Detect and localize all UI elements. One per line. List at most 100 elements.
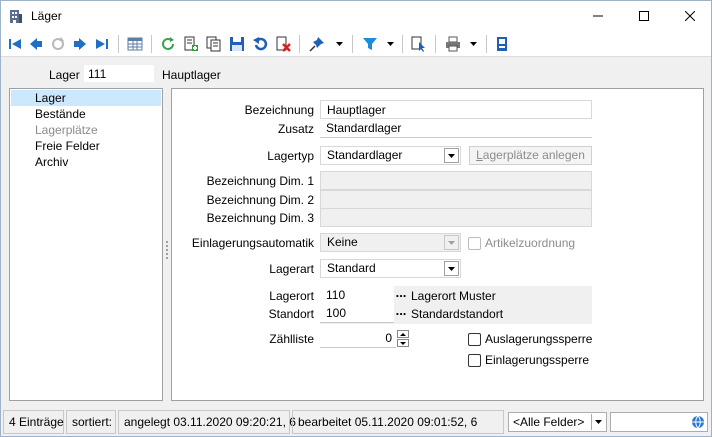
toolbar — [1, 31, 711, 57]
chevron-down-icon — [444, 235, 459, 250]
lager-number-field[interactable]: 111 — [83, 64, 155, 83]
globe-search-icon[interactable] — [691, 415, 705, 432]
dim2-field[interactable] — [320, 190, 592, 209]
artikelzuordnung-label: Artikelzuordnung — [485, 236, 576, 250]
auslagerungssperre-label: Auslagerungssperre — [485, 332, 593, 346]
minimize-icon — [593, 15, 603, 17]
bezeichnung-field[interactable]: Hauptlager — [320, 100, 592, 119]
spin-up-icon[interactable] — [397, 330, 409, 338]
lagertyp-select[interactable]: Standardlager — [320, 146, 461, 165]
chevron-down-icon — [469, 42, 477, 46]
copy-record-button[interactable] — [204, 34, 224, 54]
created-info: angelegt 03.11.2020 09:20:21, 6 — [118, 410, 296, 434]
checkbox-box — [468, 332, 481, 346]
pin-button[interactable] — [307, 34, 327, 54]
lagerplaetze-button-accesskey: L — [476, 148, 483, 162]
lagerort-lookup-button[interactable]: ... — [393, 286, 409, 304]
table-view-button[interactable] — [125, 34, 145, 54]
save-button[interactable] — [227, 34, 247, 54]
standort-field[interactable]: 100 — [320, 304, 394, 323]
artikelzuordnung-checkbox[interactable]: Artikelzuordnung — [468, 236, 575, 250]
chevron-down-icon — [444, 148, 459, 163]
undo-button[interactable] — [250, 34, 270, 54]
prev-record-button[interactable] — [26, 34, 46, 54]
zaehlliste-label: Zählliste — [269, 332, 314, 346]
pin-dropdown[interactable] — [334, 34, 344, 54]
record-count: 4 Einträge — [3, 410, 64, 434]
bezeichnung-label: Bezeichnung — [244, 103, 314, 117]
table-view-icon — [127, 37, 143, 51]
chevron-down-icon — [444, 261, 459, 276]
dim3-label: Bezeichnung Dim. 3 — [206, 211, 314, 225]
chevron-down-icon — [591, 414, 605, 430]
delete-icon — [276, 36, 291, 52]
close-button[interactable] — [667, 1, 712, 31]
new-record-icon — [184, 36, 198, 51]
refresh-disabled-icon — [52, 37, 64, 50]
lagerart-value: Standard — [327, 261, 376, 275]
zaehlliste-field[interactable]: 0 — [320, 329, 396, 348]
lagerplaetze-button-label: agerplätze anlegen — [482, 148, 585, 162]
lagerart-select[interactable]: Standard — [320, 259, 461, 278]
edited-info: bearbeitet 05.11.2020 09:01:52, 6 — [292, 410, 504, 434]
minimize-button[interactable] — [575, 1, 621, 31]
zaehlliste-spinner[interactable] — [397, 330, 409, 347]
refresh-disabled-button[interactable] — [48, 34, 68, 54]
dim2-label: Bezeichnung Dim. 2 — [206, 193, 314, 207]
dim1-label: Bezeichnung Dim. 1 — [206, 174, 314, 188]
first-record-button[interactable] — [5, 34, 25, 54]
prev-record-icon — [30, 38, 42, 50]
einlagerungsautomatik-label: Einlagerungsautomatik — [191, 236, 314, 250]
standort-lookup-button[interactable]: ... — [393, 304, 409, 322]
status-bar: 4 Einträge sortiert: angelegt 03.11.2020… — [1, 408, 711, 436]
chevron-down-icon — [386, 42, 394, 46]
reload-button[interactable] — [158, 34, 178, 54]
pin-icon — [309, 37, 324, 52]
field-filter-value: <Alle Felder> — [513, 415, 585, 429]
filter-button[interactable] — [360, 34, 380, 54]
maximize-icon — [639, 11, 649, 21]
sort-status: sortiert: — [66, 410, 116, 434]
lagerort-field[interactable]: 110 — [320, 286, 394, 305]
spin-down-icon[interactable] — [397, 339, 409, 347]
save-icon — [230, 37, 244, 51]
export-button[interactable] — [492, 34, 512, 54]
select-icon — [411, 36, 425, 52]
new-record-button[interactable] — [181, 34, 201, 54]
lagerplaetze-anlegen-button[interactable]: Lagerplätze anlegen — [469, 146, 592, 165]
auslagerungssperre-checkbox[interactable]: Auslagerungssperre — [468, 332, 592, 346]
filter-icon — [363, 38, 377, 50]
lager-name: Hauptlager — [162, 68, 221, 82]
copy-record-icon — [206, 36, 221, 52]
window-title: Läger — [31, 9, 62, 23]
print-button[interactable] — [443, 34, 463, 54]
print-icon — [446, 36, 460, 52]
maximize-button[interactable] — [621, 1, 667, 31]
checkbox-box — [468, 353, 481, 367]
next-record-button[interactable] — [70, 34, 90, 54]
search-input[interactable] — [610, 412, 708, 432]
lager-label: Lager — [49, 68, 80, 82]
last-record-button[interactable] — [92, 34, 112, 54]
lagerort-name: Lagerort Muster — [411, 289, 496, 303]
window: Läger Lager 111 Hauptlager Lager Beständ… — [0, 0, 712, 437]
title-bar: Läger — [1, 1, 711, 31]
zusatz-field[interactable]: Standardlager — [320, 119, 592, 138]
select-button[interactable] — [409, 34, 429, 54]
dim3-field[interactable] — [320, 208, 592, 227]
lagerart-label: Lagerart — [269, 262, 314, 276]
standort-label: Standort — [268, 307, 314, 321]
einlagerungssperre-label: Einlagerungssperre — [485, 353, 590, 367]
print-dropdown[interactable] — [468, 34, 478, 54]
standort-name: Standardstandort — [411, 307, 504, 321]
field-filter-select[interactable]: <Alle Felder> — [508, 412, 607, 432]
einlagerungsautomatik-select[interactable]: Keine — [320, 233, 461, 252]
filter-dropdown[interactable] — [385, 34, 395, 54]
first-record-icon — [9, 39, 21, 49]
delete-button[interactable] — [273, 34, 293, 54]
lagertyp-label: Lagertyp — [267, 149, 314, 163]
lagerort-label: Lagerort — [269, 289, 314, 303]
einlagerungssperre-checkbox[interactable]: Einlagerungssperre — [468, 353, 589, 367]
dim1-field[interactable] — [320, 171, 592, 190]
lagertyp-value: Standardlager — [327, 148, 403, 162]
